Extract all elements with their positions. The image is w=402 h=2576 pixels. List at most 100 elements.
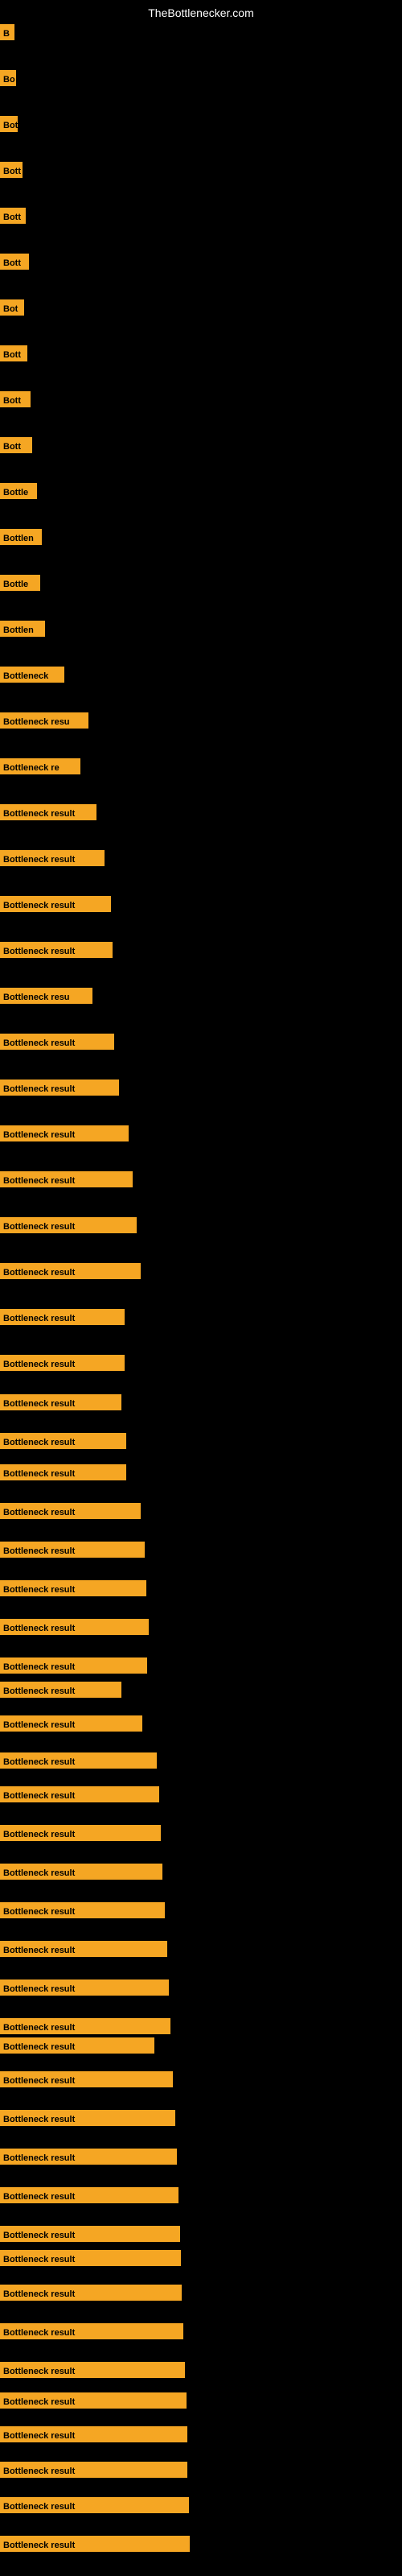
- site-title: TheBottlenecker.com: [148, 6, 254, 19]
- bottleneck-bar: Bottleneck result: [0, 1171, 133, 1187]
- bottleneck-bar: Bottleneck result: [0, 804, 96, 820]
- bar-item: Bottleneck result: [0, 2037, 154, 2058]
- bar-item: Bottleneck result: [0, 896, 111, 916]
- bar-item: Bottleneck result: [0, 2149, 177, 2169]
- bar-item: Bottleneck result: [0, 2018, 170, 2038]
- bottleneck-bar: Bottleneck result: [0, 1715, 142, 1732]
- bottleneck-bar: Bottleneck result: [0, 1825, 161, 1841]
- bar-item: Bottleneck result: [0, 1902, 165, 1922]
- bottleneck-bar: Bottleneck re: [0, 758, 80, 774]
- bottleneck-bar: Bottleneck result: [0, 1263, 141, 1279]
- bottleneck-bar: Bottleneck result: [0, 2392, 187, 2409]
- bottleneck-bar: Bottle: [0, 483, 37, 499]
- bar-item: Bottleneck result: [0, 1171, 133, 1191]
- bottleneck-bar: Bottleneck result: [0, 2285, 182, 2301]
- bottleneck-bar: Bottleneck result: [0, 2462, 187, 2478]
- bar-item: Bottleneck result: [0, 1433, 126, 1453]
- bar-item: Bottleneck result: [0, 1657, 147, 1678]
- bar-item: Bottleneck resu: [0, 988, 92, 1008]
- bottleneck-bar: Bot: [0, 116, 18, 132]
- bottleneck-bar: Bott: [0, 391, 31, 407]
- bar-item: Bot: [0, 116, 18, 136]
- bottleneck-bar: Bottleneck result: [0, 2149, 177, 2165]
- bar-item: Bottleneck result: [0, 2226, 180, 2246]
- bottleneck-bar: Bottleneck result: [0, 2362, 185, 2378]
- bottleneck-bar: Bo: [0, 70, 16, 86]
- bar-item: Bott: [0, 208, 26, 228]
- bottleneck-bar: Bottleneck result: [0, 1394, 121, 1410]
- bar-item: Bottleneck result: [0, 1682, 121, 1702]
- bottleneck-bar: Bottleneck result: [0, 2497, 189, 2513]
- bottleneck-bar: Bottleneck result: [0, 1503, 141, 1519]
- bottleneck-bar: B: [0, 24, 14, 40]
- bar-item: Bottle: [0, 483, 37, 503]
- bar-item: Bottlen: [0, 529, 42, 549]
- bottleneck-bar: Bottleneck result: [0, 2536, 190, 2552]
- bar-item: Bottleneck result: [0, 804, 96, 824]
- bar-item: Bottleneck result: [0, 1355, 125, 1375]
- bottleneck-bar: Bottleneck result: [0, 1752, 157, 1769]
- bottleneck-bar: Bottleneck result: [0, 850, 105, 866]
- bottleneck-bar: Bottleneck result: [0, 1619, 149, 1635]
- bar-item: Bottleneck result: [0, 1786, 159, 1806]
- bar-item: Bottleneck result: [0, 1715, 142, 1736]
- bottleneck-bar: Bott: [0, 162, 23, 178]
- bar-item: Bottleneck re: [0, 758, 80, 778]
- bar-item: Bottleneck result: [0, 1394, 121, 1414]
- bottleneck-bar: Bottleneck result: [0, 1464, 126, 1480]
- bar-item: Bottleneck result: [0, 2187, 178, 2207]
- bar-item: Bottleneck result: [0, 1864, 162, 1884]
- bottleneck-bar: Bottleneck result: [0, 2226, 180, 2242]
- bottleneck-bar: Bottleneck result: [0, 942, 113, 958]
- bar-item: Bottleneck result: [0, 1941, 167, 1961]
- bottleneck-bar: Bottleneck result: [0, 1080, 119, 1096]
- bar-item: Bottleneck result: [0, 2362, 185, 2382]
- bottleneck-bar: Bott: [0, 254, 29, 270]
- bar-item: Bottleneck result: [0, 1503, 141, 1523]
- bottleneck-bar: Bottleneck result: [0, 1355, 125, 1371]
- bottleneck-bar: Bott: [0, 345, 27, 361]
- bar-item: Bottleneck result: [0, 1752, 157, 1773]
- bottleneck-bar: Bottleneck result: [0, 896, 111, 912]
- bar-item: Bottleneck result: [0, 1263, 141, 1283]
- bottleneck-bar: Bottleneck resu: [0, 988, 92, 1004]
- bottleneck-bar: Bottleneck result: [0, 1433, 126, 1449]
- bar-item: Bottleneck result: [0, 1619, 149, 1639]
- bottleneck-bar: Bottleneck result: [0, 1657, 147, 1674]
- bar-item: Bottleneck result: [0, 2285, 182, 2305]
- bar-item: Bottleneck result: [0, 2110, 175, 2130]
- bar-item: Bott: [0, 345, 27, 365]
- bar-item: Bottleneck result: [0, 2323, 183, 2343]
- bottleneck-bar: Bot: [0, 299, 24, 316]
- bottleneck-bar: Bottleneck result: [0, 2018, 170, 2034]
- bottleneck-bar: Bottleneck result: [0, 2323, 183, 2339]
- bar-item: Bott: [0, 437, 32, 457]
- bar-item: Bottleneck result: [0, 1080, 119, 1100]
- bottleneck-bar: Bottle: [0, 575, 40, 591]
- bottleneck-bar: Bottleneck result: [0, 1125, 129, 1141]
- bar-item: Bott: [0, 162, 23, 182]
- bar-item: Bottleneck result: [0, 1542, 145, 1562]
- bottleneck-bar: Bottleneck result: [0, 1682, 121, 1698]
- bottleneck-bar: Bottleneck result: [0, 2187, 178, 2203]
- bottleneck-bar: Bottlen: [0, 529, 42, 545]
- bottleneck-bar: Bottlen: [0, 621, 45, 637]
- bar-item: B: [0, 24, 14, 44]
- bottleneck-bar: Bottleneck result: [0, 2071, 173, 2087]
- bar-item: Bot: [0, 299, 24, 320]
- bottleneck-bar: Bottleneck result: [0, 1309, 125, 1325]
- bar-item: Bottleneck result: [0, 1125, 129, 1146]
- bottleneck-bar: Bott: [0, 437, 32, 453]
- bar-item: Bottleneck result: [0, 2462, 187, 2482]
- bar-item: Bottleneck result: [0, 2426, 187, 2446]
- bottleneck-bar: Bottleneck result: [0, 1902, 165, 1918]
- bottleneck-bar: Bottleneck result: [0, 1217, 137, 1233]
- bar-item: Bottleneck: [0, 667, 64, 687]
- bar-item: Bottleneck result: [0, 2392, 187, 2413]
- bottleneck-bar: Bottleneck result: [0, 2426, 187, 2442]
- bottleneck-bar: Bott: [0, 208, 26, 224]
- bar-item: Bottleneck result: [0, 1580, 146, 1600]
- bar-item: Bottleneck result: [0, 2250, 181, 2270]
- bar-item: Bottleneck result: [0, 1464, 126, 1484]
- bar-item: Bottleneck result: [0, 850, 105, 870]
